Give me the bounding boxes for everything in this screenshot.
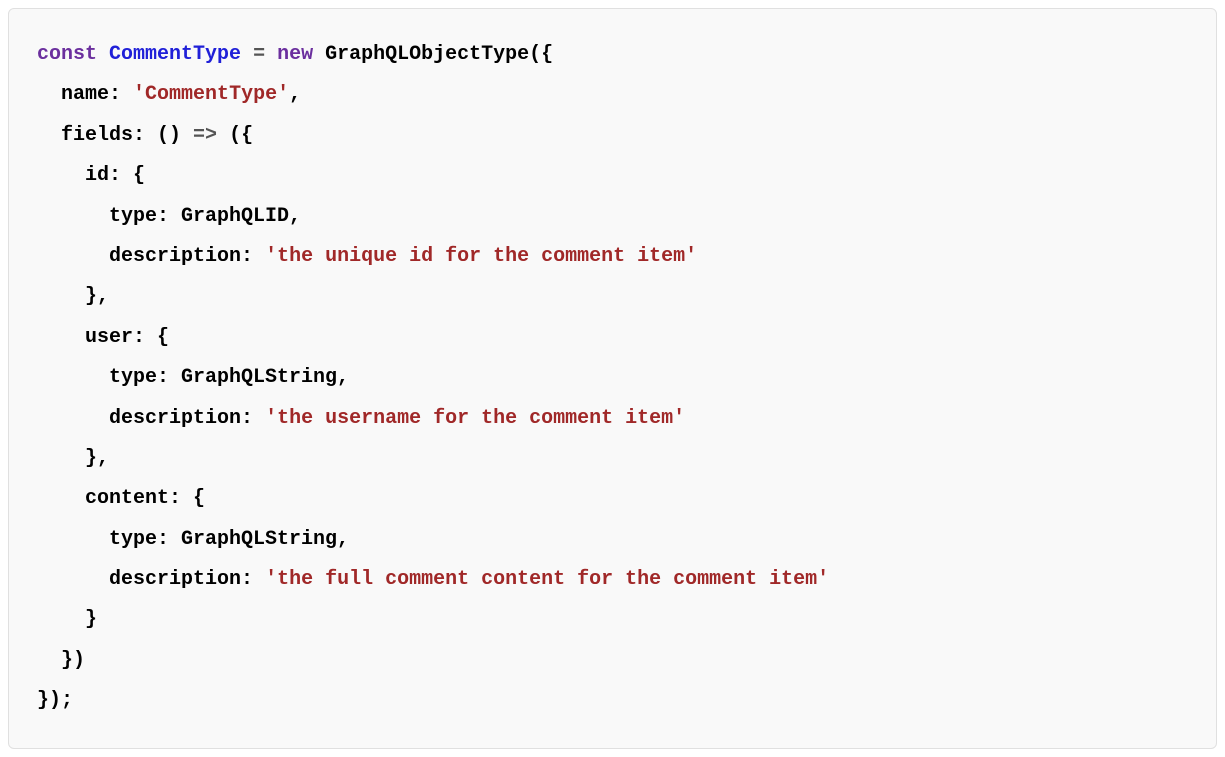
code-line: description: 'the unique id for the comm… (37, 245, 697, 268)
code-line: description: 'the full comment content f… (37, 568, 829, 591)
indent (37, 487, 85, 510)
code-line: }, (37, 447, 109, 470)
indent (37, 649, 61, 672)
punct: { (145, 326, 169, 349)
indent (37, 83, 61, 106)
code-line: type: GraphQLID, (37, 205, 301, 228)
indent (37, 568, 109, 591)
operator-equals: = (241, 43, 277, 66)
code-line: fields: () => ({ (37, 124, 253, 147)
property-name: user: (85, 326, 145, 349)
code-line: }); (37, 689, 73, 712)
indent (37, 366, 109, 389)
indent (37, 205, 109, 228)
property-name: description: (109, 568, 253, 591)
space (97, 43, 109, 66)
property-name: description: (109, 407, 253, 430)
punct: ({ (217, 124, 253, 147)
code-line: type: GraphQLString, (37, 366, 349, 389)
punct: }); (37, 689, 73, 712)
call-expr: GraphQLObjectType({ (313, 43, 553, 66)
code-line: description: 'the username for the comme… (37, 407, 685, 430)
punct: }, (85, 285, 109, 308)
value: GraphQLString, (169, 366, 349, 389)
string-literal: 'the unique id for the comment item' (265, 245, 697, 268)
string-literal: 'CommentType' (133, 83, 289, 106)
keyword-const: const (37, 43, 97, 66)
indent (37, 164, 85, 187)
code-line: } (37, 608, 97, 631)
punct: } (85, 608, 97, 631)
property-name: type: (109, 528, 169, 551)
punct: { (181, 487, 205, 510)
code-line: type: GraphQLString, (37, 528, 349, 551)
variable-name: CommentType (109, 43, 241, 66)
code-line: const CommentType = new GraphQLObjectTyp… (37, 43, 553, 66)
indent (37, 326, 85, 349)
property-name: content: (85, 487, 181, 510)
property-name: type: (109, 205, 169, 228)
property-name: description: (109, 245, 253, 268)
code-line: name: 'CommentType', (37, 83, 301, 106)
space: () (145, 124, 193, 147)
code-line: user: { (37, 326, 169, 349)
code-line: id: { (37, 164, 145, 187)
value: GraphQLString, (169, 528, 349, 551)
keyword-new: new (277, 43, 313, 66)
indent (37, 407, 109, 430)
punct: }) (61, 649, 85, 672)
indent (37, 285, 85, 308)
property-name: type: (109, 366, 169, 389)
space (253, 568, 265, 591)
value: GraphQLID, (169, 205, 301, 228)
code-line: content: { (37, 487, 205, 510)
space (253, 407, 265, 430)
code-line: }) (37, 649, 85, 672)
property-name: fields: (61, 124, 145, 147)
indent (37, 528, 109, 551)
code-line: }, (37, 285, 109, 308)
punct: { (121, 164, 145, 187)
code-block: const CommentType = new GraphQLObjectTyp… (8, 8, 1217, 749)
space (121, 83, 133, 106)
property-name: id: (85, 164, 121, 187)
arrow-function: => (193, 124, 217, 147)
property-name: name: (61, 83, 121, 106)
punct: , (289, 83, 301, 106)
space (253, 245, 265, 268)
indent (37, 245, 109, 268)
string-literal: 'the username for the comment item' (265, 407, 685, 430)
indent (37, 608, 85, 631)
indent (37, 447, 85, 470)
punct: }, (85, 447, 109, 470)
string-literal: 'the full comment content for the commen… (265, 568, 829, 591)
indent (37, 124, 61, 147)
